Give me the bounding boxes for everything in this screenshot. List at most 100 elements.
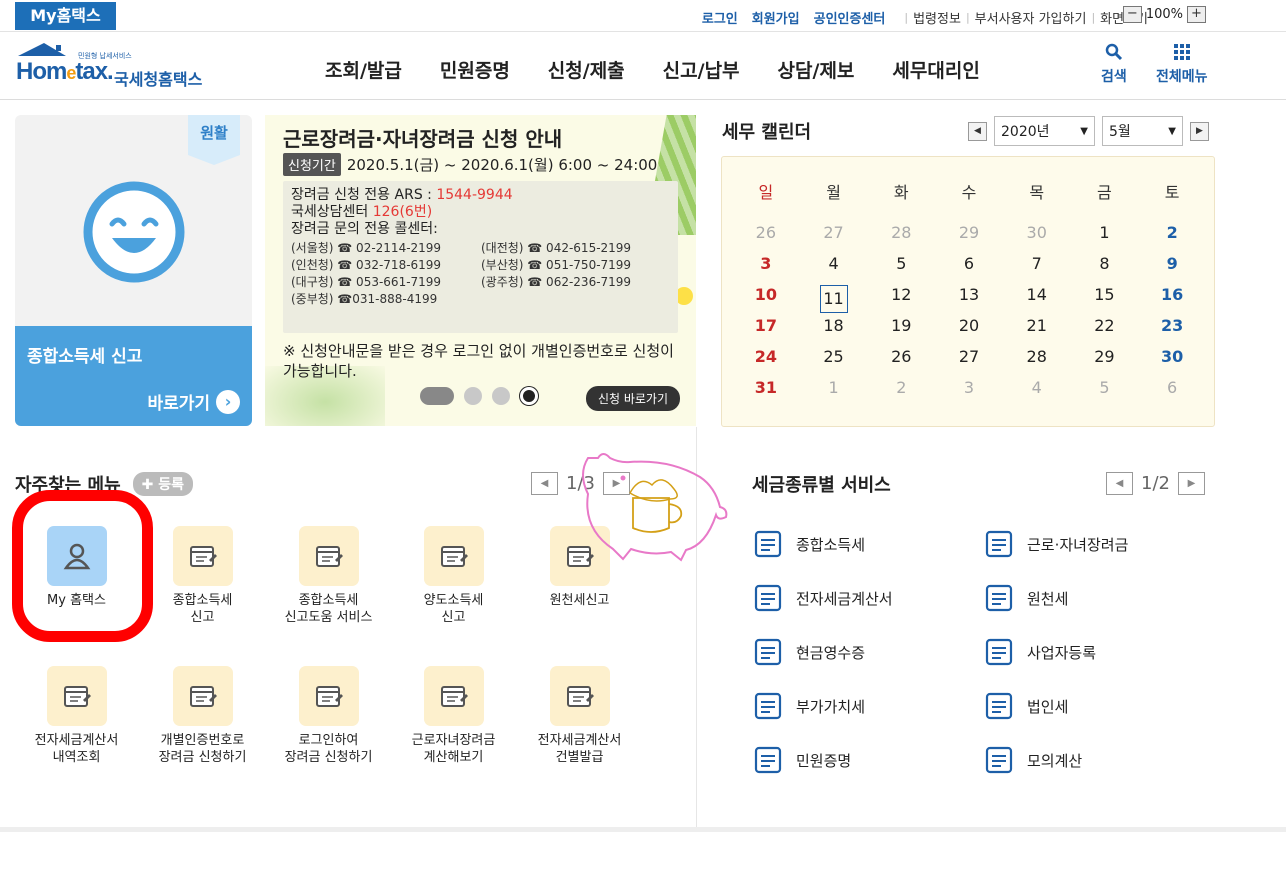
nav-inquiry[interactable]: 조회/발급: [325, 56, 402, 83]
calendar-day-today[interactable]: 11: [800, 285, 868, 313]
calendar-day[interactable]: 2: [1138, 223, 1206, 242]
zoom-out-button[interactable]: −: [1122, 6, 1142, 23]
hometax-logo[interactable]: 민원형 납세서비스 Hometax. 국세청홈택스: [14, 42, 244, 94]
calendar-day[interactable]: 3: [935, 378, 1003, 397]
calendar-day[interactable]: 17: [732, 316, 800, 335]
favorite-menu-item[interactable]: 개별인증번호로 장려금 신청하기: [140, 666, 265, 766]
calendar-day[interactable]: 20: [935, 316, 1003, 335]
calendar-day[interactable]: 4: [1003, 378, 1071, 397]
calendar-day[interactable]: 5: [1071, 378, 1139, 397]
favorite-menu-item[interactable]: 전자세금계산서 내역조회: [14, 666, 139, 766]
zoom-in-button[interactable]: +: [1187, 6, 1206, 23]
my-hometax-tab[interactable]: My홈택스: [15, 2, 116, 30]
favorite-menu-item[interactable]: 종합소득세 신고도움 서비스: [266, 526, 391, 626]
tax-service-item[interactable]: 원천세: [983, 582, 1068, 614]
tax-service-item[interactable]: 민원증명: [752, 744, 851, 776]
nav-tax-agent[interactable]: 세무대리인: [892, 56, 979, 83]
promo-card-title: 종합소득세 신고: [27, 347, 143, 367]
full-menu-button[interactable]: 전체메뉴: [1156, 42, 1208, 86]
tax-service-item[interactable]: 전자세금계산서: [752, 582, 893, 614]
prev-month-button[interactable]: ◀: [968, 121, 987, 141]
next-month-button[interactable]: ▶: [1190, 121, 1209, 141]
tax-service-item[interactable]: 법인세: [983, 690, 1068, 722]
apply-shortcut-button[interactable]: 신청 바로가기: [585, 386, 680, 411]
signup-link[interactable]: 회원가입: [752, 8, 800, 27]
tax-service-item[interactable]: 부가가치세: [752, 690, 865, 722]
prev-page-button[interactable]: ◀: [531, 472, 558, 495]
income-tax-promo-card[interactable]: 원활 종합소득세 신고 바로가기 ›: [15, 115, 252, 426]
favorite-label: 신고: [190, 610, 215, 625]
calendar-day[interactable]: 25: [800, 347, 868, 366]
calendar-day[interactable]: 6: [1138, 378, 1206, 397]
prev-page-button[interactable]: ◀: [1106, 472, 1133, 495]
favorite-menu-item[interactable]: 로그인하여 장려금 신청하기: [266, 666, 391, 766]
calendar-day[interactable]: 5: [867, 254, 935, 273]
calendar-day[interactable]: 28: [1003, 347, 1071, 366]
nav-apply[interactable]: 신청/제출: [548, 56, 625, 83]
calendar-day[interactable]: 6: [935, 254, 1003, 273]
month-select[interactable]: 5월 ▼: [1102, 116, 1183, 146]
carousel-dot-active[interactable]: [420, 387, 454, 405]
calendar-day[interactable]: 29: [935, 223, 1003, 242]
carousel-dot[interactable]: [464, 387, 482, 405]
calendar-day[interactable]: 30: [1003, 223, 1071, 242]
tax-service-item[interactable]: 사업자등록: [983, 636, 1096, 668]
calendar-day[interactable]: 19: [867, 316, 935, 335]
calendar-day[interactable]: 4: [800, 254, 868, 273]
calendar-day[interactable]: 22: [1071, 316, 1139, 335]
nav-report-pay[interactable]: 신고/납부: [663, 56, 740, 83]
calendar-day[interactable]: 3: [732, 254, 800, 273]
dept-user-signup-link[interactable]: 부서사용자 가입하기: [975, 8, 1087, 27]
calendar-day[interactable]: 31: [732, 378, 800, 397]
calendar-day[interactable]: 15: [1071, 285, 1139, 313]
go-button[interactable]: 바로가기 ›: [147, 389, 240, 414]
nav-consult[interactable]: 상담/제보: [778, 56, 855, 83]
calendar-grid: 일 월 화 수 목 금 토 26 27 28 29 30 1 2 3 4 5 6 7 8 9 10 11 12 1…: [721, 156, 1215, 427]
calendar-day[interactable]: 24: [732, 347, 800, 366]
calendar-day[interactable]: 30: [1138, 347, 1206, 366]
year-select[interactable]: 2020년 ▼: [994, 116, 1095, 146]
next-page-button[interactable]: ▶: [1177, 472, 1205, 495]
calendar-day[interactable]: 2: [867, 378, 935, 397]
favorite-menu-item[interactable]: 종합소득세 신고: [140, 526, 265, 626]
calendar-day[interactable]: 8: [1071, 254, 1139, 273]
dropdown-arrow-icon: ▼: [1080, 125, 1088, 137]
calendar-day[interactable]: 7: [1003, 254, 1071, 273]
calendar-day[interactable]: 1: [800, 378, 868, 397]
calendar-day[interactable]: 26: [732, 223, 800, 242]
calendar-day[interactable]: 12: [867, 285, 935, 313]
favorite-menu-item[interactable]: 전자세금계산서 건별발급: [517, 666, 642, 766]
incentive-banner[interactable]: 근로장려금·자녀장려금 신청 안내 신청기간 2020.5.1(금) ~ 202…: [265, 115, 696, 426]
calendar-day[interactable]: 13: [935, 285, 1003, 313]
calendar-day[interactable]: 26: [867, 347, 935, 366]
calendar-day[interactable]: 14: [1003, 285, 1071, 313]
calendar-day[interactable]: 10: [732, 285, 800, 313]
carousel-dot[interactable]: [492, 387, 510, 405]
cert-center-link[interactable]: 공인인증센터: [814, 8, 886, 27]
register-favorite-button[interactable]: ✚ 등록: [132, 472, 194, 496]
tax-service-item[interactable]: 현금영수증: [752, 636, 865, 668]
calendar-day[interactable]: 21: [1003, 316, 1071, 335]
favorite-label: 내역조회: [52, 750, 101, 765]
search-button[interactable]: 검색: [1101, 42, 1127, 86]
law-info-link[interactable]: 법령정보: [913, 8, 961, 27]
favorite-menu-item[interactable]: 양도소득세 신고: [391, 526, 516, 626]
nav-civil-cert[interactable]: 민원증명: [440, 56, 510, 83]
calendar-day[interactable]: 27: [935, 347, 1003, 366]
calendar-day[interactable]: 23: [1138, 316, 1206, 335]
login-link[interactable]: 로그인: [702, 8, 738, 27]
tax-service-item[interactable]: 근로·자녀장려금: [983, 528, 1128, 560]
calendar-day[interactable]: 16: [1138, 285, 1206, 313]
calendar-day[interactable]: 28: [867, 223, 935, 242]
calendar-day[interactable]: 18: [800, 316, 868, 335]
footer-rule: [0, 827, 1286, 832]
calendar-day[interactable]: 1: [1071, 223, 1139, 242]
carousel-stop-icon[interactable]: [520, 387, 538, 405]
favorite-menu-item[interactable]: 근로자녀장려금 계산해보기: [391, 666, 516, 766]
calendar-day[interactable]: 27: [800, 223, 868, 242]
calendar-day[interactable]: 9: [1138, 254, 1206, 273]
calendar-day[interactable]: 29: [1071, 347, 1139, 366]
tax-service-item[interactable]: 모의계산: [983, 744, 1082, 776]
tax-service-item[interactable]: 종합소득세: [752, 528, 865, 560]
logo-wordmark: Hometax.: [16, 58, 114, 85]
